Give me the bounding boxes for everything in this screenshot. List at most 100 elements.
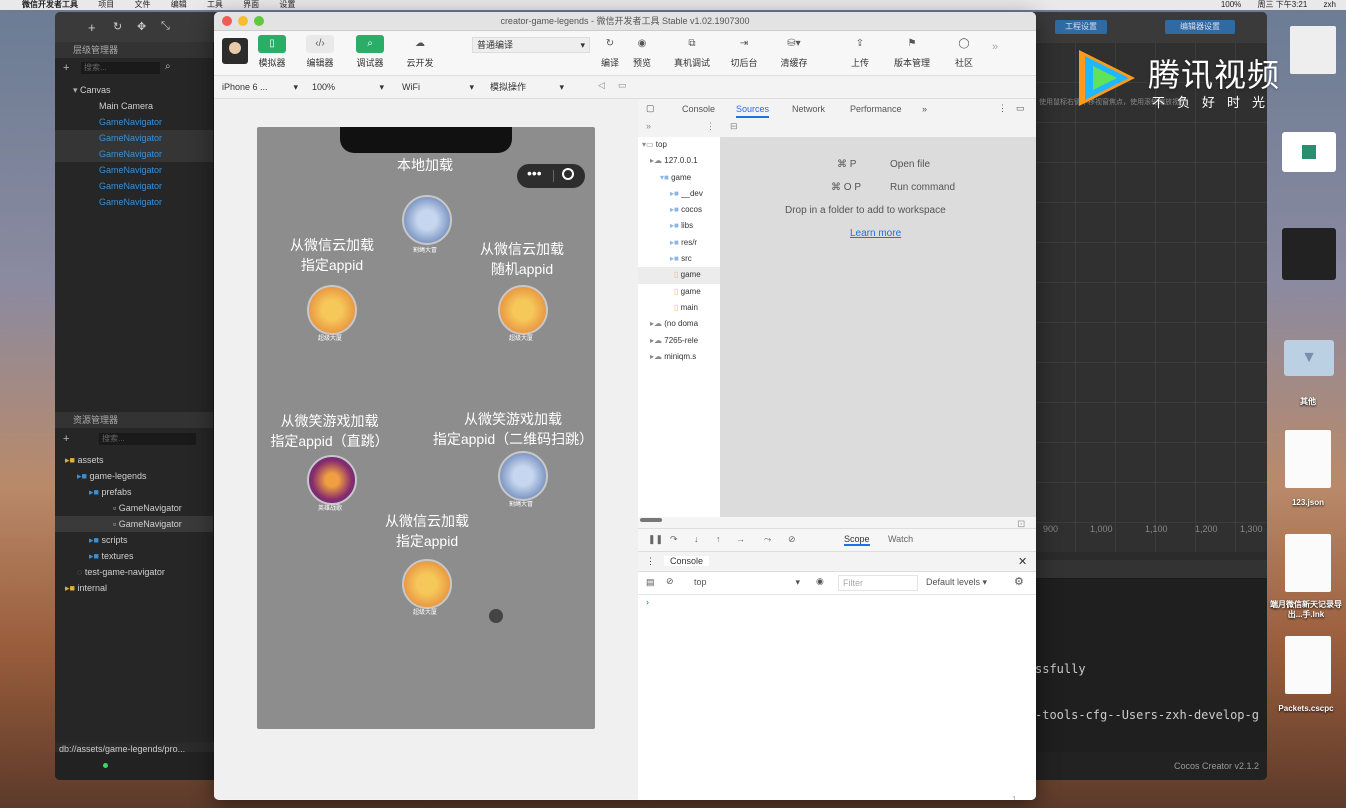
close-drawer-icon[interactable]: ✕ [1018,555,1027,568]
hierarchy-node[interactable]: GameNavigator [55,162,213,178]
move-icon[interactable]: ✥ [137,20,146,33]
editor-settings-button[interactable]: 编辑器设置 [1165,20,1235,34]
add-node-icon[interactable]: + [63,62,69,74]
add-asset-icon[interactable]: + [63,433,69,445]
game-icon-local[interactable] [402,195,452,245]
game-icon-wx-qr[interactable] [498,451,548,501]
menu-edit[interactable]: 编辑 [171,0,187,10]
file-tree-item[interactable]: ▸■ res/r [638,235,720,251]
menu-file[interactable]: 文件 [134,0,150,10]
menu-capsule[interactable]: ••• [517,164,585,188]
console-output[interactable]: › 1 [638,595,1036,800]
asset-item[interactable]: ▸■ game-legends [55,468,213,484]
editor-button[interactable]: ‹/› 编辑器 [298,35,342,69]
more-icon[interactable]: » [992,41,998,53]
expand-arrow-icon[interactable]: ▾ [73,85,80,95]
clear-cache-button[interactable]: ⛁▾ 清缓存 [772,35,816,69]
add-icon[interactable]: + [88,20,96,35]
drawer-menu-icon[interactable]: ⋮ [646,556,655,567]
compile-mode-select[interactable]: 普通编译 ▾ [472,37,590,53]
more-dots-icon[interactable]: ••• [527,165,542,181]
hierarchy-node[interactable]: Main Camera [55,98,213,114]
game-icon-cloud-random[interactable] [498,285,548,335]
desktop-file-icon[interactable] [1290,26,1336,74]
refresh-icon[interactable]: ↻ [113,20,122,33]
asset-item[interactable]: ▫ GameNavigator [55,516,213,532]
scene-view[interactable]: 使用鼠标右键平移视窗焦点，使用滚轮缩放视图 900 1,000 1,100 1,… [1035,42,1267,552]
community-button[interactable]: ◯ 社区 [942,35,986,69]
file-tree-item[interactable]: ▯ main [638,300,720,316]
scale-icon[interactable]: ⤡ [161,20,170,33]
volume-icon[interactable]: ◁ [598,80,605,91]
lnk-file-icon[interactable] [1285,534,1331,592]
file-tree-item[interactable]: ▯ game [638,267,720,284]
menu-tools[interactable]: 工具 [207,0,223,10]
asset-item[interactable]: ▸■ internal [55,580,213,596]
hierarchy-node[interactable]: GameNavigator [55,130,213,146]
menu-project[interactable]: 项目 [98,0,114,10]
folder-icon[interactable]: ▼ [1284,340,1334,376]
simulator-button[interactable]: ▯ 模拟器 [250,35,294,69]
step-into-icon[interactable]: ↓ [694,534,699,544]
cscpc-file-icon[interactable] [1285,636,1331,694]
log-levels-select[interactable]: Default levels ▾ [926,577,987,588]
dock-icon[interactable]: ▭ [618,80,627,91]
menu-app[interactable]: 微信开发者工具 [22,0,78,10]
devtools-menu-icon[interactable]: ▢ [646,103,655,114]
hierarchy-search-input[interactable]: 搜索... [81,62,160,74]
file-tree-item[interactable]: ▸■ libs [638,218,720,234]
remote-debug-button[interactable]: ⧉ 真机调试 [670,35,714,69]
step-icon[interactable]: → [736,534,745,544]
menu-view[interactable]: 界面 [243,0,259,10]
close-circle-icon[interactable] [562,168,574,180]
asset-item[interactable]: ▫ GameNavigator [55,500,213,516]
asset-item[interactable]: ◌ test-game-navigator [55,564,213,580]
file-tree-item[interactable]: ▸■ __dev [638,186,720,202]
device-select[interactable]: iPhone 6 ... ▾ [222,80,298,94]
file-tree-item[interactable]: ▸■ cocos [638,202,720,218]
step-over-icon[interactable]: ↷ [670,534,678,545]
deactivate-breakpoints-icon[interactable]: ⤳ [764,534,771,545]
menu-settings[interactable]: 设置 [279,0,295,10]
asset-item[interactable]: ▸■ assets [55,452,213,468]
search-icon[interactable]: ⌕ [165,61,171,72]
assets-search-input[interactable]: 搜索... [99,433,196,445]
preview-button[interactable]: ◉ 预览 [620,35,664,69]
hierarchy-node[interactable]: ▾ Canvas [55,82,213,98]
game-icon-cloud-appid-2[interactable] [402,559,452,609]
file-tree-item[interactable]: ▸☁ 127.0.0.1 [638,153,720,169]
version-button[interactable]: ⚑ 版本管理 [890,35,934,69]
file-tree-item[interactable]: ▸■ src [638,251,720,267]
learn-more-link[interactable]: Learn more [850,228,901,239]
pause-icon[interactable]: ❚❚ [648,534,663,545]
zoom-select[interactable]: 100% ▾ [312,80,384,94]
tab-more[interactable]: » [922,104,927,114]
hierarchy-node[interactable]: GameNavigator [55,114,213,130]
tab-console[interactable]: Console [682,104,715,114]
pane-resizer[interactable] [640,518,662,522]
json-file-icon[interactable] [1285,430,1331,488]
tab-network[interactable]: Network [792,104,825,114]
debugger-button[interactable]: ⌕ 调试器 [348,35,392,69]
hierarchy-node[interactable]: GameNavigator [55,146,213,162]
file-tree-item[interactable]: ▸☁ 7265-rele [638,333,720,349]
toggle-navigator-icon[interactable]: » [646,121,651,131]
gear-icon[interactable]: ⚙ [1014,575,1024,588]
game-icon-wx-direct[interactable] [307,455,357,505]
console-filter-input[interactable]: Filter [838,575,918,591]
asset-item[interactable]: ▸■ scripts [55,532,213,548]
upload-button[interactable]: ⇪ 上传 [838,35,882,69]
file-tree-item[interactable]: ▯ game [638,284,720,300]
file-tree-item[interactable]: ▾■ game [638,170,720,186]
mock-select[interactable]: 模拟操作 ▾ [490,80,564,94]
eye-icon[interactable]: ◉ [816,576,824,587]
cloud-dev-button[interactable]: ☁ 云开发 [398,35,442,69]
step-out-icon[interactable]: ↑ [716,534,721,544]
dock-side-icon[interactable]: ▭ [1016,103,1025,114]
tab-watch[interactable]: Watch [888,534,913,544]
clear-console-icon[interactable]: ⊘ [666,576,674,587]
more-vert-icon[interactable]: ⋮ [706,121,715,132]
file-tree-item[interactable]: ▸☁ miniqm.s [638,349,720,365]
console-drawer-tab[interactable]: Console [664,556,710,566]
split-pane-icon[interactable]: ⊟ [730,121,738,132]
